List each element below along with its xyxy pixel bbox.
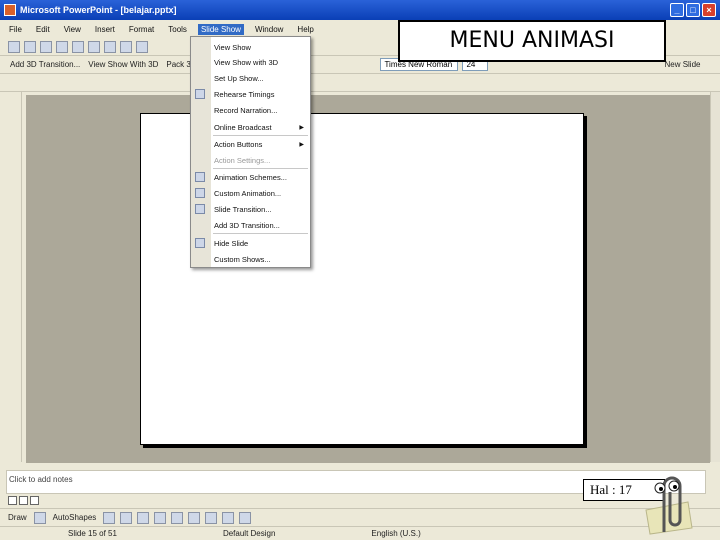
menu-item-online-broadcast[interactable]: Online Broadcast ▶ xyxy=(191,119,310,135)
vertical-ruler xyxy=(8,92,22,462)
menu-edit[interactable]: Edit xyxy=(33,24,53,35)
animation-schemes-icon xyxy=(195,172,205,182)
callout-title: MENU ANIMASI xyxy=(398,20,666,62)
menu-item-animation-schemes[interactable]: Animation Schemes... xyxy=(191,169,310,185)
status-design: Default Design xyxy=(222,529,276,538)
open-icon[interactable] xyxy=(24,40,36,53)
hide-slide-icon xyxy=(195,238,205,248)
menu-separator xyxy=(213,233,308,234)
status-bar: Slide 15 of 51 Default Design English (U… xyxy=(0,526,720,540)
draw-menu[interactable]: Draw xyxy=(6,513,29,522)
oval-icon[interactable] xyxy=(154,511,167,524)
menu-window[interactable]: Window xyxy=(252,24,286,35)
autoshapes-menu[interactable]: AutoShapes xyxy=(51,513,99,522)
copy-icon[interactable] xyxy=(120,40,132,53)
select-arrow-icon[interactable] xyxy=(33,511,46,524)
menu-format[interactable]: Format xyxy=(126,24,157,35)
menu-view[interactable]: View xyxy=(61,24,84,35)
menu-item-custom-shows[interactable]: Custom Shows... xyxy=(191,251,310,267)
drawing-toolbar: Draw AutoShapes xyxy=(0,508,720,526)
submenu-arrow-icon: ▶ xyxy=(299,141,304,148)
title-bar: Microsoft PowerPoint - [belajar.pptx] _ … xyxy=(0,0,720,20)
menu-slide-show[interactable]: Slide Show xyxy=(197,23,244,35)
textbox-icon[interactable] xyxy=(171,511,184,524)
normal-view-icon[interactable] xyxy=(8,496,17,505)
menu-tools[interactable]: Tools xyxy=(165,24,190,35)
add-3d-transition-button[interactable]: Add 3D Transition... xyxy=(8,60,82,69)
rehearse-icon xyxy=(195,89,205,99)
new-icon[interactable] xyxy=(8,40,20,53)
menu-item-action-buttons[interactable]: Action Buttons ▶ xyxy=(191,136,310,152)
wordart-icon[interactable] xyxy=(188,511,201,524)
menu-item-slide-transition[interactable]: Slide Transition... xyxy=(191,201,310,217)
slide-workspace xyxy=(26,95,710,463)
rectangle-icon[interactable] xyxy=(137,511,150,524)
view-show-3d-button[interactable]: View Show With 3D xyxy=(86,60,160,69)
status-language: English (U.S.) xyxy=(371,529,421,538)
font-color-icon[interactable] xyxy=(239,511,252,524)
menu-file[interactable]: File xyxy=(6,24,25,35)
arrow-icon[interactable] xyxy=(120,511,133,524)
powerpoint-app-icon xyxy=(4,4,16,16)
menu-help[interactable]: Help xyxy=(294,24,316,35)
menu-item-add-3d-transition[interactable]: Add 3D Transition... xyxy=(191,217,310,233)
window-title: Microsoft PowerPoint - [belajar.pptx] xyxy=(20,5,177,15)
fill-color-icon[interactable] xyxy=(205,511,218,524)
minimize-button[interactable]: _ xyxy=(670,3,684,17)
office-assistant-clippy-icon[interactable] xyxy=(640,472,694,536)
preview-icon[interactable] xyxy=(72,40,84,53)
menu-item-record-narration[interactable]: Record Narration... xyxy=(191,102,310,118)
horizontal-ruler xyxy=(0,74,720,92)
menu-item-set-up-show[interactable]: Set Up Show... xyxy=(191,70,310,86)
menu-item-hide-slide[interactable]: Hide Slide xyxy=(191,235,310,251)
close-button[interactable]: × xyxy=(702,3,716,17)
menu-item-view-show-3d[interactable]: View Show with 3D xyxy=(191,54,310,70)
line-icon[interactable] xyxy=(103,511,116,524)
menu-item-view-show[interactable]: View Show xyxy=(191,39,310,55)
notes-placeholder: Click to add notes xyxy=(9,475,73,484)
submenu-arrow-icon: ▶ xyxy=(299,124,304,131)
menu-insert[interactable]: Insert xyxy=(92,24,118,35)
menu-item-custom-animation[interactable]: Custom Animation... xyxy=(191,185,310,201)
slide-show-menu: View Show View Show with 3D Set Up Show.… xyxy=(190,36,311,268)
status-slide: Slide 15 of 51 xyxy=(68,529,117,538)
slideshow-view-icon[interactable] xyxy=(30,496,39,505)
line-color-icon[interactable] xyxy=(222,511,235,524)
paste-icon[interactable] xyxy=(136,40,148,53)
spelling-icon[interactable] xyxy=(88,40,100,53)
new-slide-button[interactable]: New Slide xyxy=(662,60,702,69)
custom-animation-icon xyxy=(195,188,205,198)
vertical-scrollbar[interactable] xyxy=(710,92,720,462)
menu-item-rehearse-timings[interactable]: Rehearse Timings xyxy=(191,86,310,102)
slide-transition-icon xyxy=(195,204,205,214)
sorter-view-icon[interactable] xyxy=(19,496,28,505)
menu-item-action-settings: Action Settings... xyxy=(214,155,271,165)
maximize-button[interactable]: □ xyxy=(686,3,700,17)
print-icon[interactable] xyxy=(56,40,68,53)
save-icon[interactable] xyxy=(40,40,52,53)
cut-icon[interactable] xyxy=(104,40,116,53)
